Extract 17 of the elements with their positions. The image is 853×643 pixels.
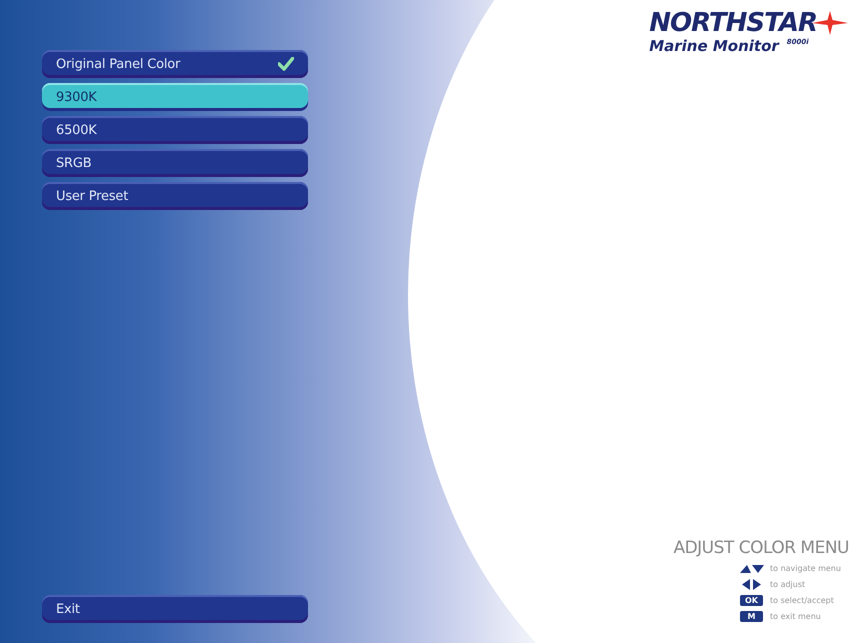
menu-item[interactable]: Original Panel Color	[42, 50, 308, 78]
help-text: to select/accept	[770, 596, 834, 605]
help-text: to adjust	[770, 580, 806, 589]
menu-item[interactable]: User Preset	[42, 182, 308, 210]
menu-item[interactable]: Exit	[42, 595, 308, 623]
menu-item[interactable]: SRGB	[42, 149, 308, 177]
menu-item[interactable]: 9300K	[42, 83, 308, 111]
help-text: to exit menu	[770, 612, 821, 621]
up-down-arrows-icon	[740, 564, 764, 573]
key-label: M	[740, 611, 763, 622]
menu-item[interactable]: 6500K	[42, 116, 308, 144]
left-right-arrows-icon	[742, 579, 762, 590]
key-label: OK	[740, 595, 763, 606]
brand-logo-text: NORTHSTAR	[649, 10, 817, 36]
product-name: Marine Monitor	[649, 37, 779, 55]
menu-title: ADJUST COLOR MENU	[673, 538, 849, 558]
help-text: to navigate menu	[770, 564, 841, 573]
